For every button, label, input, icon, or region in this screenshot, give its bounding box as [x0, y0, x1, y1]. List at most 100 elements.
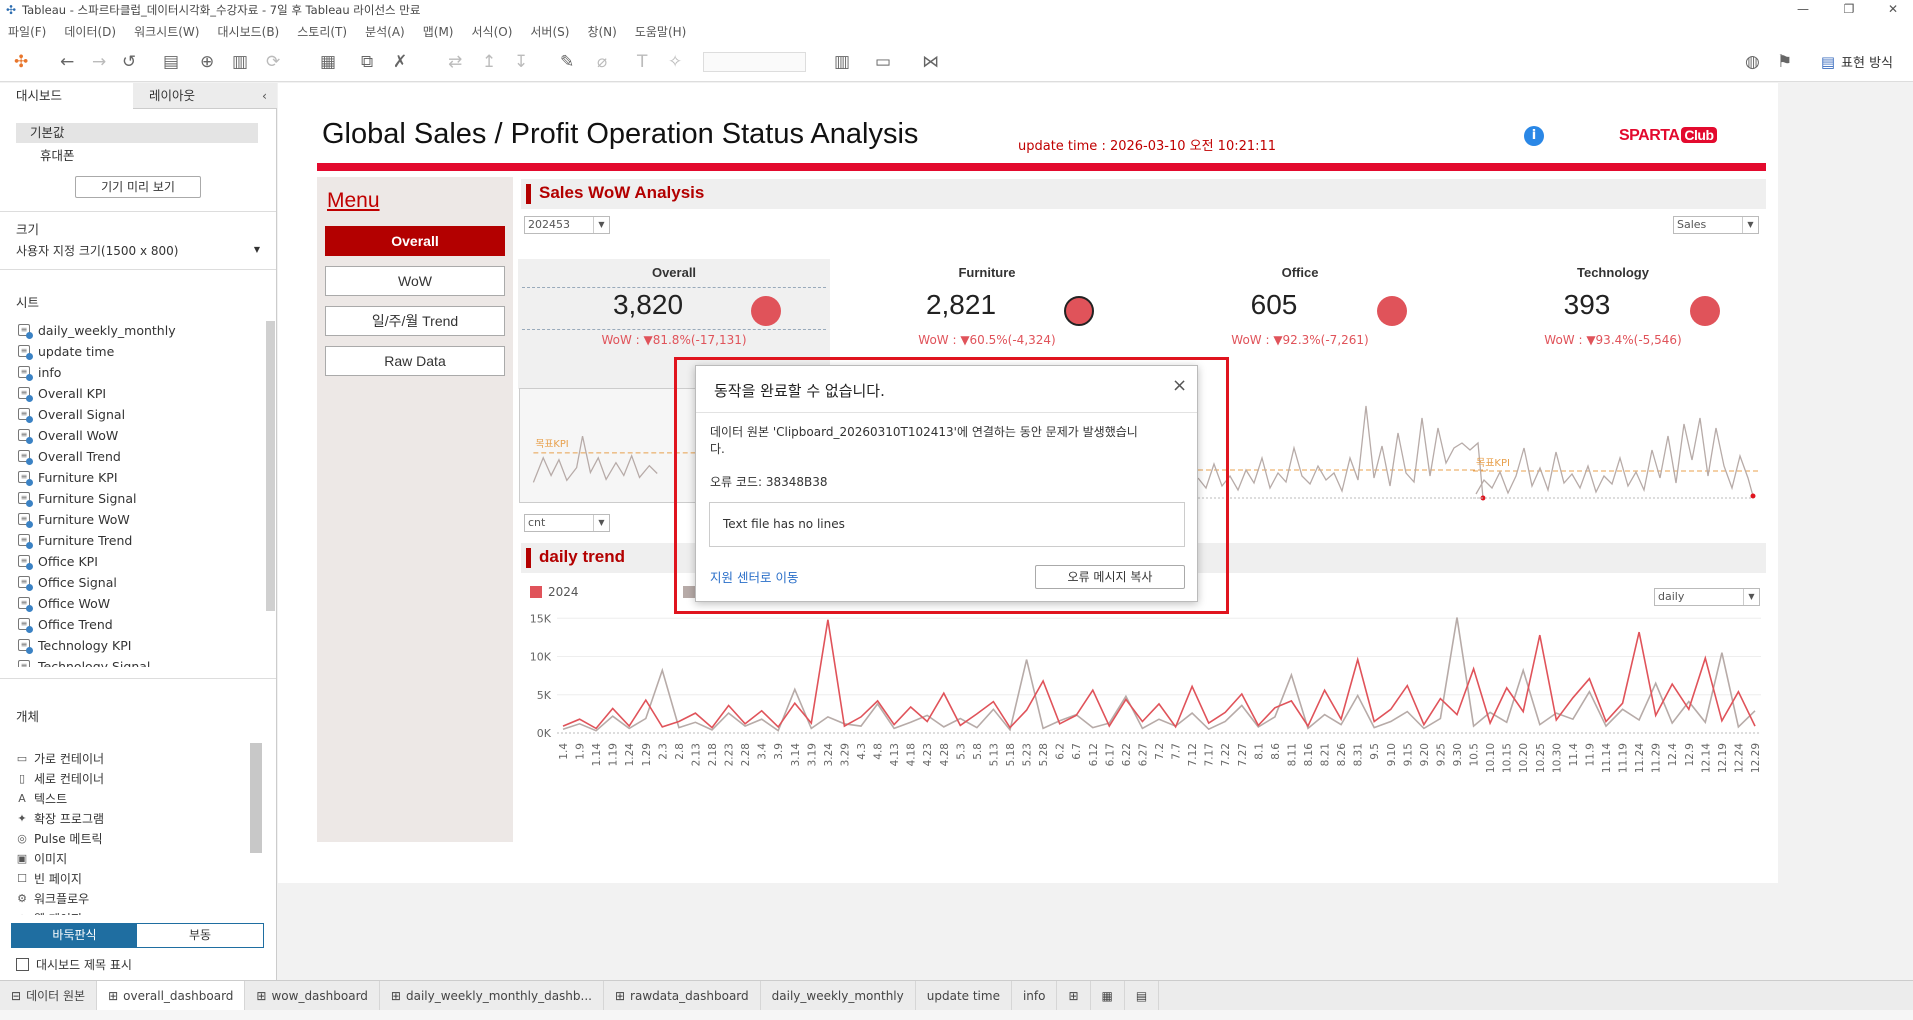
- object-item[interactable]: ⚙ 워크플로우: [16, 890, 89, 906]
- tab-overall-dashboard[interactable]: ⊞ overall_dashboard: [97, 980, 246, 1011]
- menu-help[interactable]: 도움말(H): [635, 23, 687, 40]
- new-story-tab-icon[interactable]: ▤: [1125, 980, 1160, 1011]
- x-tick-label: 7.12: [1187, 743, 1199, 766]
- tab-label: daily_weekly_monthly_dashb...: [405, 988, 592, 1003]
- pin-icon[interactable]: ✧: [668, 52, 682, 72]
- object-item[interactable]: ▭ 가로 컨테이너: [16, 750, 104, 766]
- menu-dashboard[interactable]: 대시보드(B): [217, 23, 279, 40]
- object-item[interactable]: ▣ 이미지: [16, 850, 67, 866]
- sparkline-path: [1198, 405, 1484, 499]
- info-icon[interactable]: i: [1524, 126, 1544, 146]
- menu-rawdata-button[interactable]: Raw Data: [325, 346, 505, 376]
- sort-asc-icon[interactable]: ↥: [482, 52, 496, 72]
- measure-select[interactable]: Sales ▼: [1673, 216, 1759, 234]
- save-icon[interactable]: ▤: [163, 52, 179, 72]
- tableau-pulse-icon[interactable]: ◍: [1745, 52, 1760, 72]
- pause-updates-icon[interactable]: ▥: [232, 52, 248, 72]
- object-item[interactable]: ▯ 세로 컨테이너: [16, 770, 104, 786]
- new-datasource-icon[interactable]: ⊕: [200, 52, 214, 72]
- menu-server[interactable]: 서버(S): [530, 23, 569, 40]
- kpi-value: 3,820: [612, 289, 684, 320]
- x-tick-label: 2.13: [690, 743, 702, 766]
- menu-panel: Menu Overall WoW 일/주/월 Trend Raw Data: [317, 177, 513, 842]
- floating-button[interactable]: 부동: [137, 924, 263, 947]
- menu-format[interactable]: 서식(O): [472, 23, 513, 40]
- tab-rawdata-dashboard[interactable]: ⊞ rawdata_dashboard: [604, 980, 761, 1011]
- objects-scrollbar[interactable]: [250, 743, 262, 853]
- selection-dashline: [522, 329, 826, 330]
- dashboard-icon: ⊞: [256, 988, 267, 1003]
- new-worksheet-tab-icon[interactable]: ⊞: [1057, 980, 1091, 1011]
- object-item[interactable]: ✦ 확장 프로그램: [16, 810, 104, 826]
- menu-story[interactable]: 스토리(T): [297, 23, 347, 40]
- tab-datasource[interactable]: ⊟ 데이터 원본: [0, 980, 98, 1011]
- new-dashboard-tab-icon[interactable]: ▦: [1091, 980, 1125, 1011]
- highlight-icon[interactable]: ✎: [560, 52, 574, 72]
- tab-dwm-sheet[interactable]: daily_weekly_monthly: [761, 980, 916, 1011]
- show-me-button[interactable]: ▤ 표현 방식: [1821, 52, 1893, 72]
- share-icon[interactable]: ⋈: [922, 52, 939, 72]
- tableau-home-icon[interactable]: ✣: [14, 52, 28, 72]
- tab-info[interactable]: info: [1012, 980, 1058, 1011]
- x-tick-label: 2.18: [707, 743, 719, 766]
- object-item[interactable]: A 텍스트: [16, 790, 67, 806]
- sparkline-technology[interactable]: 목표KPI: [1468, 388, 1768, 503]
- fit-select[interactable]: [703, 52, 806, 72]
- wow-section-title: Sales WoW Analysis: [539, 183, 705, 202]
- menu-window[interactable]: 창(N): [587, 23, 616, 40]
- tab-update-time[interactable]: update time: [916, 980, 1012, 1011]
- undo-icon[interactable]: ←: [60, 52, 74, 72]
- sheets-scrollbar[interactable]: [266, 321, 275, 611]
- labels-icon[interactable]: T: [637, 52, 647, 72]
- replay-icon[interactable]: ↺: [122, 52, 136, 72]
- menu-worksheet[interactable]: 워크시트(W): [134, 23, 199, 40]
- x-tick-label: 7.27: [1237, 743, 1249, 766]
- clear-sheet-icon[interactable]: ✗: [393, 52, 407, 72]
- menu-data[interactable]: 데이터(D): [64, 23, 116, 40]
- menu-analysis[interactable]: 분석(A): [365, 23, 405, 40]
- tableau-public-icon[interactable]: ⚑: [1777, 52, 1792, 72]
- wow-section-header: Sales WoW Analysis: [521, 179, 1766, 209]
- x-tick-label: 6.12: [1088, 743, 1100, 766]
- tab-dwm-dashboard[interactable]: ⊞ daily_weekly_monthly_dashb...: [380, 980, 604, 1011]
- close-window-icon[interactable]: ✕: [1873, 0, 1913, 20]
- menu-title: Menu: [327, 189, 380, 212]
- toolbar: ✣ ← → ↺ ▤ ⊕ ▥ ⟳ ▦ ⧉ ✗ ⇄ ↥ ↧ ✎ ⌀ T ✧ ▥ ▭ …: [0, 42, 1913, 82]
- show-title-option[interactable]: 대시보드 제목 표시: [16, 956, 132, 973]
- week-select[interactable]: 202453 ▼: [524, 216, 610, 234]
- menu-map[interactable]: 맵(M): [423, 23, 454, 40]
- tiled-button[interactable]: 바둑판식: [12, 924, 137, 947]
- sparkline-endpoint: [1750, 493, 1756, 499]
- new-worksheet-icon[interactable]: ▦: [320, 52, 336, 72]
- duplicate-sheet-icon[interactable]: ⧉: [361, 52, 373, 72]
- object-item[interactable]: ◉ 웹 페이지: [16, 910, 82, 916]
- kpi-wow: WoW : ▼93.4%(-5,546): [1544, 333, 1682, 347]
- brand-name: SPARTA: [1619, 127, 1680, 144]
- tableau-logo-icon: ✣: [5, 3, 17, 17]
- show-title-checkbox[interactable]: [16, 958, 29, 971]
- presentation-icon[interactable]: ▭: [875, 52, 891, 72]
- daily-trend-chart[interactable]: 0K 5K 10K 15K 1.4 1.9 1.14 1.19 1.24 1.29 2.3 2.8 2.…: [521, 583, 1766, 853]
- collapse-panel-icon[interactable]: ‹: [262, 83, 267, 109]
- object-item[interactable]: ☐ 빈 페이지: [16, 870, 82, 886]
- maximize-icon[interactable]: ❐: [1829, 0, 1869, 20]
- menu-trend-button[interactable]: 일/주/월 Trend: [325, 306, 505, 336]
- menu-overall-button[interactable]: Overall: [325, 226, 505, 256]
- group-icon[interactable]: ⌀: [597, 52, 607, 72]
- cnt-select[interactable]: cnt ▼: [524, 514, 610, 532]
- menu-file[interactable]: 파일(F): [8, 23, 46, 40]
- refresh-icon[interactable]: ⟳: [266, 52, 280, 72]
- sort-desc-icon[interactable]: ↧: [514, 52, 528, 72]
- sparkline-office[interactable]: [1198, 388, 1498, 503]
- minimize-icon[interactable]: —: [1783, 0, 1823, 20]
- x-tick-label: 9.20: [1419, 743, 1431, 766]
- redo-icon[interactable]: →: [92, 52, 106, 72]
- menu-wow-button[interactable]: WoW: [325, 266, 505, 296]
- kpi-card-technology[interactable]: Technology 393 WoW : ▼93.4%(-5,546): [1457, 259, 1769, 389]
- x-tick-label: 3.4: [757, 743, 769, 760]
- tab-wow-dashboard[interactable]: ⊞ wow_dashboard: [245, 980, 380, 1011]
- object-item[interactable]: ◎ Pulse 메트릭: [16, 830, 102, 846]
- show-me-icon[interactable]: ▥: [834, 52, 850, 72]
- swap-icon[interactable]: ⇄: [448, 52, 462, 72]
- tab-label: overall_dashboard: [123, 988, 234, 1003]
